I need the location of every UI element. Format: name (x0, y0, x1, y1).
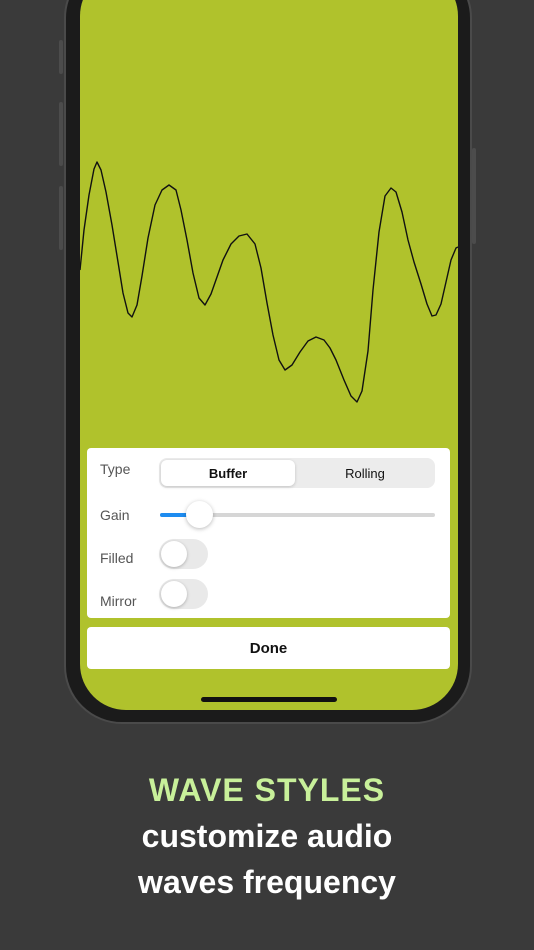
waveform-line (80, 161, 458, 403)
mirror-toggle[interactable] (159, 579, 208, 609)
gain-slider-thumb[interactable] (185, 501, 213, 528)
promo-subtitle-line-1: customize audio (141, 818, 393, 854)
promo-title: WAVE STYLES (148, 772, 386, 808)
home-indicator[interactable] (201, 697, 337, 702)
wave-settings-panel: Type Buffer Rolling Gain Filled Mirror (87, 448, 450, 618)
segment-rolling[interactable]: Rolling (297, 460, 433, 486)
done-button[interactable]: Done (87, 627, 450, 669)
promo-subtitle-line-2: waves frequency (138, 864, 396, 900)
phone-power-button (472, 148, 476, 244)
filled-label: Filled (100, 550, 134, 566)
mirror-label: Mirror (100, 593, 137, 609)
filled-toggle-knob (161, 541, 187, 567)
app-screen: Type Buffer Rolling Gain Filled Mirror D… (80, 0, 458, 710)
gain-label: Gain (100, 507, 130, 523)
phone-volume-down-button (59, 186, 63, 250)
mirror-toggle-knob (161, 581, 187, 607)
filled-toggle[interactable] (159, 539, 208, 569)
phone-volume-up-button (59, 102, 63, 166)
segment-buffer[interactable]: Buffer (161, 460, 295, 486)
type-label: Type (100, 461, 131, 477)
waveform-display (80, 161, 458, 403)
gain-slider[interactable] (160, 501, 435, 528)
phone-side-button (59, 40, 63, 74)
type-segmented-control[interactable]: Buffer Rolling (159, 458, 435, 488)
